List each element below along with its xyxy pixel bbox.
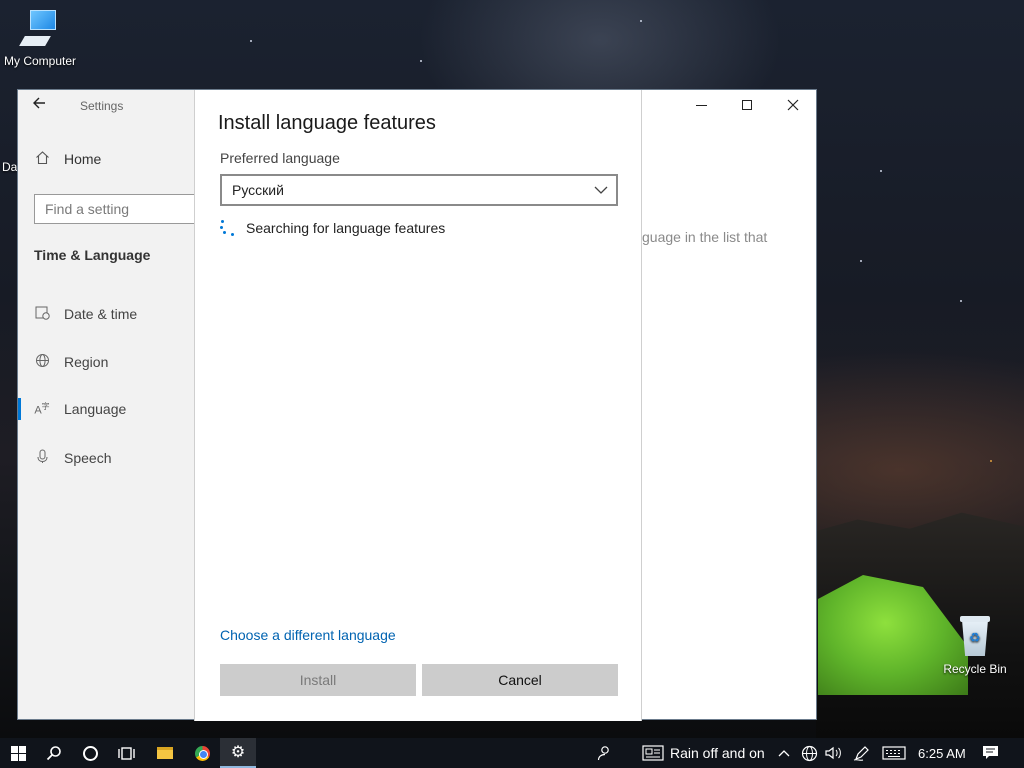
settings-window: Settings Home Time & Language Date & tim… (17, 89, 817, 721)
choose-different-language-link[interactable]: Choose a different language (220, 627, 396, 643)
star (860, 260, 862, 262)
nav-home[interactable]: Home (34, 150, 101, 168)
maximize-button[interactable] (724, 90, 770, 120)
sidebar-item-region[interactable]: Region (34, 353, 108, 371)
clock[interactable]: 6:25 AM (918, 738, 966, 768)
sidebar-item-label: Region (64, 354, 109, 370)
calendar-clock-icon (34, 305, 50, 323)
star (640, 20, 642, 22)
start-button[interactable] (0, 738, 36, 768)
section-heading: Time & Language (34, 247, 151, 263)
sidebar-item-date-time[interactable]: Date & time (34, 305, 137, 323)
desktop-icon-my-computer[interactable]: My Computer (0, 10, 80, 68)
network-icon (801, 745, 818, 761)
globe-icon (34, 353, 50, 371)
computer-icon (19, 10, 58, 50)
loading-spinner-icon (220, 220, 234, 236)
touch-keyboard-button[interactable] (882, 738, 906, 768)
close-icon (787, 99, 799, 111)
action-center-button[interactable] (982, 738, 999, 768)
network-button[interactable] (801, 738, 818, 768)
star (960, 300, 962, 302)
title-bar: Settings (18, 90, 194, 122)
pen-icon (853, 746, 869, 761)
desktop-icon-label: My Computer (3, 54, 77, 68)
volume-button[interactable] (824, 738, 842, 768)
chrome-icon (194, 745, 210, 761)
install-language-dialog: Install language features Preferred lang… (194, 90, 642, 721)
sidebar-item-speech[interactable]: Speech (34, 449, 111, 467)
desktop-icon-label: Recycle Bin (943, 662, 1007, 676)
maximize-icon (742, 100, 752, 110)
microphone-icon (34, 449, 50, 467)
back-button[interactable] (32, 96, 56, 116)
task-view-icon (117, 746, 135, 760)
volume-icon (825, 746, 841, 760)
people-button[interactable] (596, 738, 614, 768)
settings-sidebar: Settings Home Time & Language Date & tim… (18, 90, 204, 719)
pen-workspace-button[interactable] (853, 738, 871, 768)
star (250, 40, 252, 42)
cancel-button[interactable]: Cancel (422, 664, 618, 696)
file-explorer-button[interactable] (147, 738, 183, 768)
install-button[interactable]: Install (220, 664, 416, 696)
taskbar: ⚙ Rain off and on 6:25 AM (0, 738, 1024, 768)
chevron-down-icon (594, 186, 608, 194)
search-input[interactable] (35, 195, 203, 223)
cortana-icon (82, 745, 98, 761)
active-indicator (18, 398, 21, 420)
clock-time: 6:25 AM (918, 745, 966, 761)
weather-text: Rain off and on (670, 745, 765, 761)
home-icon (34, 150, 50, 168)
sidebar-item-language[interactable]: A字 Language (34, 401, 126, 417)
dialog-title: Install language features (218, 112, 436, 134)
people-icon (597, 746, 609, 761)
desktop-icon-label-partial: Da (2, 160, 18, 174)
sidebar-item-label: Language (64, 401, 127, 417)
search-status: Searching for language features (220, 220, 445, 236)
minimize-icon (695, 104, 707, 106)
sidebar-item-label: Speech (64, 450, 112, 466)
background-page-text: guage in the list that (642, 229, 768, 245)
keyboard-icon (882, 746, 906, 760)
star (990, 460, 992, 462)
news-weather-widget[interactable]: Rain off and on (642, 738, 765, 768)
settings-icon: ⚙ (230, 744, 246, 761)
notification-icon (983, 746, 998, 759)
preferred-language-label: Preferred language (220, 150, 340, 166)
cortana-button[interactable] (72, 738, 108, 768)
task-view-button[interactable] (108, 738, 144, 768)
recycle-bin-icon: ♻ (958, 614, 992, 658)
search-button[interactable] (36, 738, 72, 768)
back-arrow-icon (33, 97, 45, 109)
news-icon (642, 745, 664, 761)
minimize-button[interactable] (678, 90, 724, 120)
star (420, 60, 422, 62)
status-text: Searching for language features (246, 220, 446, 236)
search-box[interactable] (34, 194, 204, 224)
chevron-up-icon (778, 750, 790, 757)
file-explorer-icon (157, 747, 173, 759)
show-hidden-icons-button[interactable] (778, 738, 790, 768)
sidebar-item-label: Date & time (64, 306, 138, 322)
window-controls (678, 90, 816, 120)
search-icon (46, 746, 61, 761)
settings-taskbar-button[interactable]: ⚙ (220, 738, 256, 768)
chrome-button[interactable] (184, 738, 220, 768)
selected-language: Русский (232, 182, 284, 198)
close-button[interactable] (770, 90, 816, 120)
nav-home-label: Home (64, 151, 102, 167)
window-title: Settings (80, 99, 124, 113)
desktop-icon-recycle-bin[interactable]: ♻ Recycle Bin (935, 614, 1015, 676)
preferred-language-dropdown[interactable]: Русский (220, 174, 618, 206)
star (880, 170, 882, 172)
start-icon (10, 745, 26, 761)
language-icon: A字 (34, 402, 50, 417)
